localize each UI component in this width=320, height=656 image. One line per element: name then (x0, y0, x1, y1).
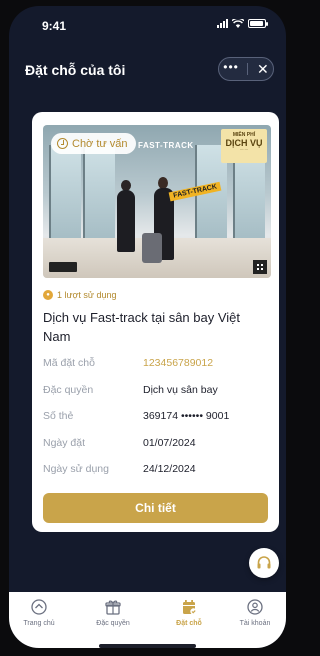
detail-value: 123456789012 (143, 357, 214, 369)
page-title: Đặt chỗ của tôi (25, 62, 126, 78)
booking-card[interactable]: FAST-TRACK Chờ tư vấn FAST-TRACK MIỄN PH… (32, 112, 279, 532)
bottom-tab-bar: Trang chủ Đặc quyền Đặt chỗ Tài khoản (9, 592, 286, 648)
user-icon (246, 598, 264, 616)
usage-badge: ● 1 lượt sử dụng (43, 290, 116, 300)
capsule-menu: ••• ✕ (218, 57, 274, 81)
home-icon (30, 598, 48, 616)
detail-label: Số thẻ (43, 410, 74, 422)
detail-label: Mã đặt chỗ (43, 357, 95, 369)
clock-icon (57, 138, 68, 149)
usage-label: 1 lượt sử dụng (57, 290, 117, 300)
promo-badge: MIỄN PHÍ DỊCH VỤ ······· (221, 129, 267, 163)
tab-bookings-label: Đặt chỗ (176, 620, 202, 627)
detail-value: Dịch vụ sân bay (143, 383, 218, 396)
tab-bookings[interactable]: Đặt chỗ (159, 598, 219, 627)
detail-label: Ngày sử dụng (43, 463, 109, 475)
detail-row: Số thẻ 369174 •••••• 9001 (43, 404, 268, 431)
status-chip-label: Chờ tư vấn (72, 137, 128, 150)
brand-logo (49, 262, 77, 272)
capsule-divider (247, 63, 249, 75)
qr-icon (253, 260, 267, 274)
detail-row: Ngày đặt 01/07/2024 (43, 431, 268, 458)
detail-label: Ngày đặt (43, 436, 86, 449)
battery-icon (248, 19, 268, 28)
service-banner-image: FAST-TRACK Chờ tư vấn FAST-TRACK MIỄN PH… (43, 125, 271, 278)
coin-icon: ● (43, 290, 53, 300)
status-time: 9:41 (42, 19, 67, 33)
support-button[interactable] (249, 548, 279, 578)
booking-details: Mã đặt chỗ 123456789012 Đặc quyền Dịch vụ s… (43, 351, 268, 484)
tab-privileges-label: Đặc quyền (96, 620, 130, 627)
detail-button[interactable]: Chi tiết (43, 493, 268, 523)
tab-home[interactable]: Trang chủ (9, 598, 69, 627)
detail-row: Ngày sử dụng 24/12/2024 (43, 457, 268, 484)
tab-account-label: Tài khoản (239, 620, 271, 627)
tab-privileges[interactable]: Đặc quyền (83, 598, 143, 627)
detail-row: Đặc quyền Dịch vụ sân bay (43, 378, 268, 405)
tab-account[interactable]: Tài khoản (225, 598, 285, 627)
status-bar: 9:41 (9, 6, 286, 46)
close-button[interactable]: ✕ (257, 62, 269, 76)
headset-icon (257, 556, 271, 569)
calendar-check-icon (180, 598, 198, 616)
fast-track-label: FAST-TRACK (138, 141, 194, 150)
status-chip: Chờ tư vấn (51, 133, 136, 154)
gift-icon (104, 598, 122, 616)
detail-label: Đặc quyền (43, 383, 94, 396)
service-title: Dịch vụ Fast-track tại sân bay Việt Nam (43, 310, 241, 344)
home-indicator (99, 644, 196, 648)
phone-screen: 9:41 Đặt chỗ của tôi ••• ✕ FAST-TRACK Ch… (9, 6, 286, 648)
signal-icon (217, 19, 228, 28)
promo-line2: DỊCH VỤ (225, 138, 263, 148)
status-icons (217, 19, 268, 28)
more-button[interactable]: ••• (223, 61, 239, 73)
detail-value: 01/07/2024 (143, 436, 196, 449)
header: Đặt chỗ của tôi ••• ✕ (9, 51, 286, 91)
tab-home-label: Trang chủ (23, 620, 55, 627)
detail-value: 24/12/2024 (143, 463, 196, 475)
detail-row: Mã đặt chỗ 123456789012 (43, 351, 268, 378)
detail-value: 369174 •••••• 9001 (143, 410, 230, 422)
promo-fine-print: ······· (239, 148, 249, 152)
wifi-icon (232, 19, 244, 28)
